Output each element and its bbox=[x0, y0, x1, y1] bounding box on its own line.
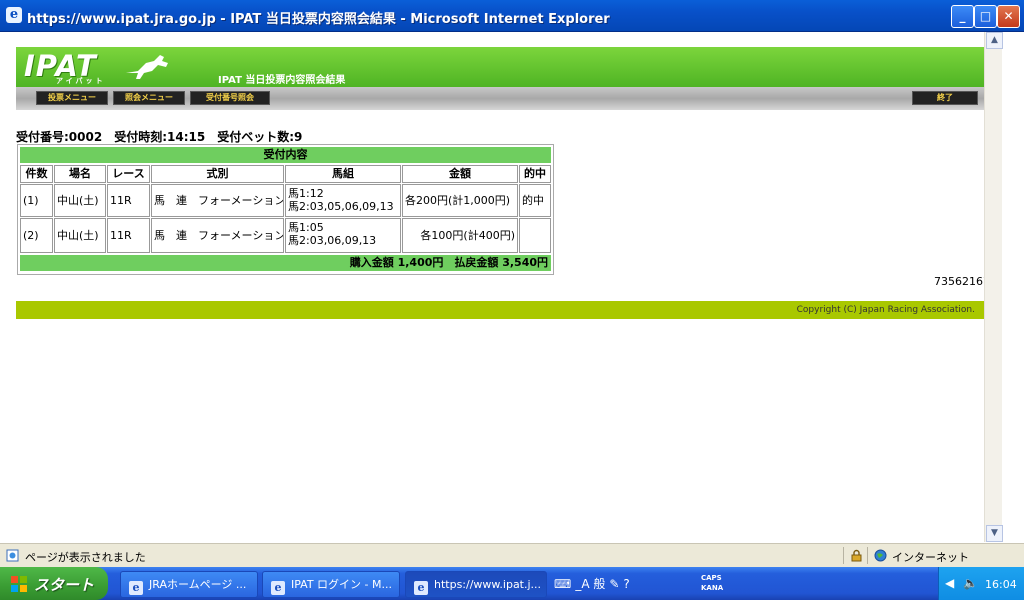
status-divider bbox=[843, 547, 844, 564]
ie-icon: e bbox=[414, 581, 428, 595]
col-header-hit: 的中 bbox=[519, 165, 551, 183]
clock[interactable]: 16:04 bbox=[985, 578, 1017, 591]
task-label: https://www.ipat.j... bbox=[434, 578, 542, 591]
taskbar-item-ipat-login[interactable]: e IPAT ログイン - M... bbox=[262, 571, 400, 598]
row1-combo1: 馬1:12 bbox=[288, 187, 324, 200]
horse-logo-icon bbox=[126, 55, 168, 79]
reference-code: 73562167 bbox=[934, 275, 990, 288]
row1-race: 11R bbox=[107, 184, 150, 217]
task-label: JRAホームページ ... bbox=[149, 578, 247, 591]
col-header-amount: 金額 bbox=[402, 165, 518, 183]
status-message: ページが表示されました bbox=[25, 551, 146, 564]
scroll-up-icon[interactable]: ▲ bbox=[986, 32, 1003, 49]
row2-combo2: 馬2:03,06,09,13 bbox=[288, 234, 377, 247]
col-header-combo: 馬組 bbox=[285, 165, 401, 183]
purchase-payout-total: 購入金額 1,400円 払戻金額 3,540円 bbox=[349, 256, 548, 269]
row2-race: 11R bbox=[107, 218, 150, 253]
start-button[interactable]: スタート bbox=[0, 567, 108, 600]
table-title: 受付内容 bbox=[20, 147, 551, 163]
caps-kana-indicator: CAPS KANA bbox=[701, 573, 723, 593]
lock-icon bbox=[851, 549, 862, 562]
help-icon[interactable]: ? bbox=[623, 577, 629, 591]
ie-icon: e bbox=[6, 7, 22, 23]
ipat-logo-sub: アイパット bbox=[56, 77, 106, 85]
vertical-scrollbar[interactable]: ▲ ▼ bbox=[984, 32, 1003, 542]
row2-amount: 各100円(計400円) bbox=[402, 218, 518, 253]
inquiry-menu-button[interactable]: 照会メニュー bbox=[113, 91, 185, 105]
vote-menu-button[interactable]: 投票メニュー bbox=[36, 91, 108, 105]
keyboard-icon[interactable]: ⌨ bbox=[554, 577, 571, 591]
receipt-summary: 受付番号:0002 受付時刻:14:15 受付ベット数:9 bbox=[16, 130, 303, 144]
row1-venue: 中山(土) bbox=[54, 184, 106, 217]
row1-combo: 馬1:12 馬2:03,05,06,09,13 bbox=[285, 184, 401, 217]
row2-type: 馬 連 フォーメーション bbox=[151, 218, 284, 253]
ime-tool-icon[interactable]: ✎ bbox=[609, 577, 619, 591]
back-arrow-icon[interactable]: ◀ bbox=[945, 576, 960, 591]
taskbar-item-jra[interactable]: e JRAホームページ ... bbox=[120, 571, 258, 598]
page-content: IPAT アイパット IPAT 当日投票内容照会結果 投票メニュー 照会メニュー… bbox=[4, 32, 1003, 542]
row1-hit: 的中 bbox=[519, 184, 551, 217]
system-tray: ◀ 🔈 16:04 bbox=[938, 567, 1024, 600]
kana-indicator: KANA bbox=[701, 584, 724, 592]
ie-icon: e bbox=[129, 581, 143, 595]
taskbar: スタート e JRAホームページ ... e IPAT ログイン - M... eh… bbox=[0, 567, 1024, 600]
row2-combo: 馬1:05 馬2:03,06,09,13 bbox=[285, 218, 401, 253]
col-header-count: 件数 bbox=[20, 165, 53, 183]
windows-flag-icon bbox=[11, 576, 27, 592]
page-icon bbox=[6, 549, 19, 562]
receipt-inquiry-button[interactable]: 受付番号照会 bbox=[190, 91, 270, 105]
col-header-venue: 場名 bbox=[54, 165, 106, 183]
menu-bar: 投票メニュー 照会メニュー 受付番号照会 終了 bbox=[16, 87, 991, 110]
row1-amount: 各200円(計1,000円) bbox=[402, 184, 518, 217]
row2-count: (2) bbox=[20, 218, 53, 253]
row1-type: 馬 連 フォーメーション bbox=[151, 184, 284, 217]
maximize-button[interactable]: □ bbox=[974, 5, 997, 28]
scroll-down-icon[interactable]: ▼ bbox=[986, 525, 1003, 542]
window-titlebar[interactable]: e https://www.ipat.jra.go.jp - IPAT 当日投票… bbox=[0, 0, 1024, 32]
globe-icon bbox=[874, 549, 887, 562]
status-divider bbox=[867, 547, 868, 564]
minimize-button[interactable]: _ bbox=[951, 5, 974, 28]
caps-indicator: CAPS bbox=[701, 574, 722, 582]
ie-icon: e bbox=[271, 581, 285, 595]
start-label: スタート bbox=[34, 576, 95, 594]
ime-toolbar[interactable]: ⌨ _A 般 ✎? bbox=[554, 575, 634, 593]
copyright-text: Copyright (C) Japan Racing Association. bbox=[796, 305, 975, 315]
row2-combo1: 馬1:05 bbox=[288, 221, 324, 234]
task-label: IPAT ログイン - M... bbox=[291, 578, 393, 591]
taskbar-item-ipat-result[interactable]: e https://www.ipat.j... bbox=[405, 571, 547, 598]
result-table: 受付内容 件数 場名 レース 式別 馬組 金額 的中 (1) 中山(土) 11R… bbox=[17, 144, 554, 275]
window-title: https://www.ipat.jra.go.jp - IPAT 当日投票内容… bbox=[27, 12, 610, 27]
table-footer: 購入金額 1,400円 払戻金額 3,540円 bbox=[20, 255, 551, 271]
exit-button[interactable]: 終了 bbox=[912, 91, 978, 105]
volume-icon[interactable]: 🔈 bbox=[963, 576, 978, 591]
col-header-race: レース bbox=[107, 165, 150, 183]
row2-hit bbox=[519, 218, 551, 253]
status-bar: ページが表示されました インターネット bbox=[0, 543, 1024, 567]
ime-mode-text[interactable]: _A 般 bbox=[575, 575, 605, 592]
row1-count: (1) bbox=[20, 184, 53, 217]
col-header-type: 式別 bbox=[151, 165, 284, 183]
ipat-header: IPAT アイパット IPAT 当日投票内容照会結果 bbox=[16, 47, 991, 87]
copyright-bar: Copyright (C) Japan Racing Association. bbox=[16, 301, 991, 319]
row1-combo2: 馬2:03,05,06,09,13 bbox=[288, 200, 394, 213]
row2-venue: 中山(土) bbox=[54, 218, 106, 253]
page-heading: IPAT 当日投票内容照会結果 bbox=[218, 75, 346, 86]
close-button[interactable]: ✕ bbox=[997, 5, 1020, 28]
security-zone: インターネット bbox=[892, 551, 969, 564]
